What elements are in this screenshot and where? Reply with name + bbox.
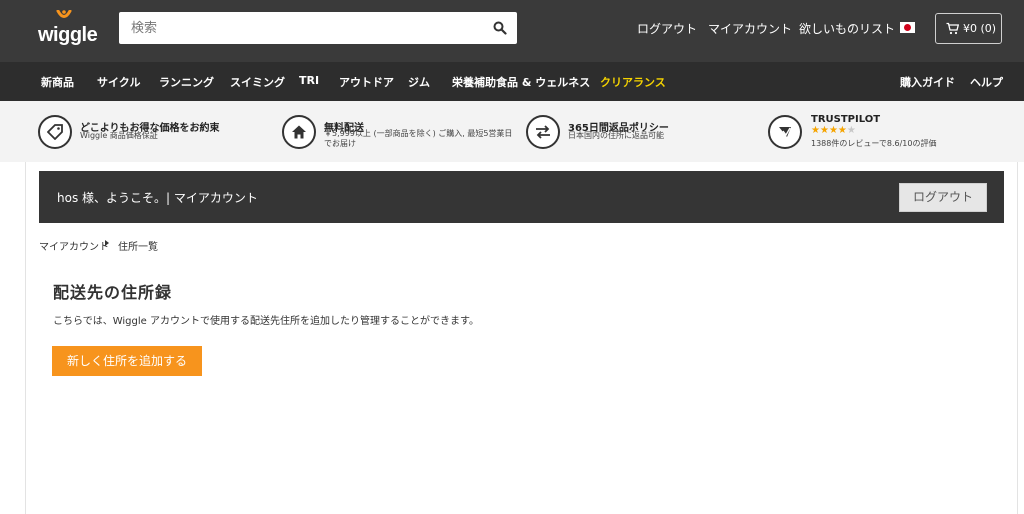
main-nav: 新商品 サイクル ランニング スイミング TRI アウトドア ジム 栄養補助食品…	[0, 62, 1024, 101]
my-account-link[interactable]: マイアカウント	[708, 20, 792, 37]
star-icon: ★	[819, 125, 829, 136]
cart-button[interactable]: ¥0 (0)	[935, 13, 1002, 44]
site-header: wiggle ログアウト マイアカウント 欲しいものリスト ¥0 (0)	[0, 0, 1024, 62]
usp-shipping-sub: ￥5,999以上 (一部商品を除く) ご購入, 最短5営業日でお届け	[324, 129, 513, 148]
usp-trustpilot-title: TRUSTPILOT	[811, 114, 881, 125]
star-icon: ★	[811, 125, 820, 136]
logout-button[interactable]: ログアウト	[899, 183, 987, 212]
nav-item-help[interactable]: ヘルプ	[970, 74, 1003, 90]
rating-stars: ★★★★★	[811, 125, 856, 136]
breadcrumb-address-list: 住所一覧	[118, 242, 158, 253]
add-address-button[interactable]: 新しく住所を追加する	[52, 346, 202, 376]
exchange-arrows-icon	[526, 115, 560, 149]
trustpilot-icon	[768, 115, 802, 149]
cart-icon	[946, 22, 959, 35]
page-title: 配送先の住所録	[53, 283, 173, 302]
star-icon: ★	[837, 125, 847, 136]
japan-flag-icon[interactable]	[900, 22, 915, 33]
nav-item-tri[interactable]: TRI	[299, 74, 319, 87]
nav-item-outdoor[interactable]: アウトドア	[339, 74, 394, 90]
nav-item-buying-guide[interactable]: 購入ガイド	[900, 74, 955, 90]
nav-item-gym[interactable]: ジム	[408, 74, 430, 90]
breadcrumb-separator-icon	[105, 240, 109, 246]
nav-item-new[interactable]: 新商品	[41, 74, 74, 90]
page-description: こちらでは、Wiggle アカウントで使用する配送先住所を追加したり管理すること…	[53, 316, 479, 327]
nav-item-nutrition[interactable]: 栄養補助食品 & ウェルネス	[452, 74, 590, 90]
logout-link[interactable]: ログアウト	[637, 20, 697, 37]
nav-item-cycle[interactable]: サイクル	[97, 74, 140, 90]
search-icon[interactable]	[493, 21, 507, 35]
cart-total: ¥0 (0)	[963, 22, 997, 35]
logo-text: wiggle	[38, 24, 98, 46]
breadcrumb-my-account[interactable]: マイアカウント	[39, 238, 109, 253]
home-icon	[282, 115, 316, 149]
wishlist-link[interactable]: 欲しいものリスト	[799, 20, 895, 37]
nav-item-running[interactable]: ランニング	[159, 74, 214, 90]
search-box	[119, 12, 517, 44]
welcome-bar: hos 様、ようこそ。| マイアカウント ログアウト	[39, 171, 1004, 223]
usp-returns-sub: 日本国内の住所に返品可能	[568, 131, 664, 140]
search-input[interactable]	[119, 12, 479, 44]
logo-mark-icon	[56, 10, 72, 18]
price-tag-icon	[38, 115, 72, 149]
usp-price-sub: Wiggle 商品価格保証	[80, 131, 158, 140]
nav-item-clearance[interactable]: クリアランス	[600, 74, 666, 90]
star-empty-icon: ★	[846, 125, 856, 136]
usp-trustpilot-sub: 1388件のレビューで8.6/10の評価	[811, 139, 937, 148]
welcome-text: hos 様、ようこそ。| マイアカウント	[57, 191, 258, 205]
nav-item-swimming[interactable]: スイミング	[230, 74, 285, 90]
wiggle-logo[interactable]: wiggle	[38, 10, 98, 50]
star-icon: ★	[828, 125, 838, 136]
